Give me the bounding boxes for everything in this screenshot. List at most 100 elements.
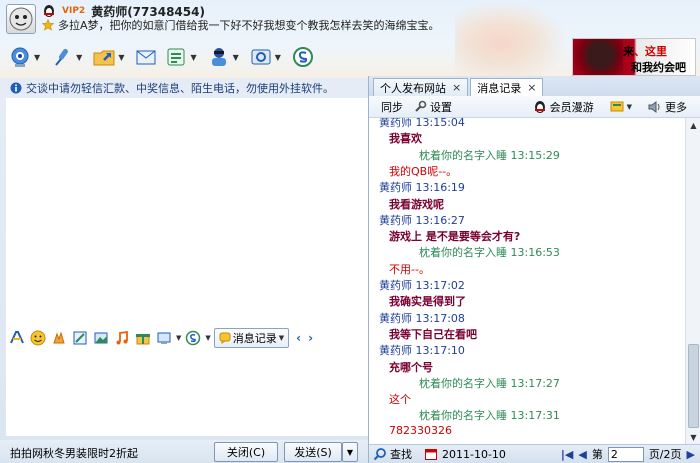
mail-button[interactable] [132, 43, 160, 71]
avatar-icon [9, 7, 33, 31]
tab-message-record[interactable]: 消息记录 × [470, 78, 544, 96]
image-icon[interactable] [92, 329, 110, 347]
message-text: 我喜欢 [389, 132, 422, 146]
wrench-icon [415, 100, 427, 112]
message-record-list[interactable]: 黄药师 13:15:04 我喜欢 枕着你的名字入睡 13:15:29 我的QB呢--。… [369, 118, 685, 444]
message-text: 这个 [389, 393, 411, 407]
app-button[interactable]: ▼ [162, 43, 202, 71]
chevron-right-icon[interactable]: › [308, 331, 313, 345]
qq-penguin-icon [44, 5, 54, 17]
member-roaming-button[interactable]: 会员漫游 [533, 99, 594, 115]
info-icon [10, 82, 22, 94]
chevron-down-icon[interactable]: ▼ [233, 53, 239, 62]
chevron-down-icon[interactable]: ▼ [205, 334, 210, 342]
bottom-ad-link[interactable]: 拍拍网秋冬男装限时2折起 [10, 445, 138, 461]
qq-penguin-icon [534, 100, 545, 113]
safety-icon[interactable] [184, 329, 202, 347]
next-page-icon[interactable]: ▶ [687, 448, 695, 461]
chevron-down-icon: ▼ [346, 447, 354, 457]
display-mode-button[interactable]: ▼ [610, 100, 632, 114]
message-record-footer: 查找 2011-10-10 |◀ ◀ 第 页/2页 ▶ [369, 444, 700, 463]
scroll-up-icon[interactable]: ▲ [686, 118, 700, 132]
message-record-button[interactable]: 消息记录 ▼ [213, 328, 290, 348]
date-value: 2011-10-10 [442, 447, 506, 461]
page-input[interactable] [607, 446, 644, 462]
chevron-down-icon[interactable]: ▼ [190, 53, 196, 62]
chat-toolbar: ▼ ▼ ▼ ▼ ▼ ▼ [6, 42, 317, 72]
chevron-down-icon: ▼ [626, 102, 632, 111]
prev-page-icon[interactable]: ◀ [578, 448, 586, 461]
message-text: 我等下自己在看吧 [389, 327, 477, 341]
toolbar-right: 会员漫游 ▼ 更多 [533, 99, 700, 115]
gift-icon[interactable] [134, 329, 152, 347]
side-panel: 个人发布网站 × 消息记录 × 同步 设置 会员漫游 ▼ 更多 黄药师 13:1… [368, 76, 700, 463]
chevron-down-icon[interactable]: ▼ [275, 53, 281, 62]
music-icon[interactable] [113, 329, 131, 347]
more-label: 更多 [665, 100, 687, 114]
font-icon[interactable] [8, 329, 26, 347]
sync-button[interactable]: 同步 [381, 99, 403, 115]
message-header: 黄药师 13:16:19 [379, 181, 465, 195]
message-input[interactable] [6, 350, 368, 436]
signature-row: 多拉A梦，把你的如意门借给我一下好不好我想变个教我怎样去笑的海绵宝宝。 [42, 18, 440, 32]
chevron-down-icon[interactable]: ▼ [118, 53, 124, 62]
close-icon[interactable]: × [452, 81, 461, 94]
message-text: 我的QB呢--。 [389, 164, 458, 178]
send-options-button[interactable]: ▼ [342, 442, 358, 462]
tab-label: 个人发布网站 [380, 81, 446, 95]
emoji-icon[interactable] [29, 329, 47, 347]
file-transfer-button[interactable]: ▼ [90, 43, 130, 71]
message-record-icon [219, 332, 231, 344]
pager: |◀ ◀ 第 页/2页 ▶ [561, 446, 700, 462]
voice-icon [55, 48, 69, 66]
settings-button[interactable]: ▼ [247, 43, 287, 71]
tab-personal-site[interactable]: 个人发布网站 × [373, 78, 469, 96]
name-row: VIP2 黄药师(77348454) [42, 4, 205, 19]
message-text: 我看游戏呢 [389, 197, 444, 211]
ad-banner[interactable]: 来、这里 和我约会吧~ [572, 38, 696, 78]
scroll-down-icon[interactable]: ▼ [686, 430, 700, 444]
contact-signature: 多拉A梦，把你的如意门借给我一下好不好我想变个教我怎样去笑的海绵宝宝。 [58, 19, 440, 32]
qq-chat-window: VIP2 黄药师(77348454) 多拉A梦，把你的如意门借给我一下好不好我想… [0, 0, 700, 463]
scribble-icon[interactable] [71, 329, 89, 347]
message-header: 枕着你的名字入睡 13:17:31 [419, 409, 560, 423]
message-text: 我确实是得到了 [389, 295, 466, 309]
message-text: 不用--。 [389, 262, 430, 276]
message-record-label: 消息记录 [232, 332, 277, 345]
voice-button[interactable]: ▼ [48, 43, 88, 71]
scroll-thumb[interactable] [688, 344, 699, 428]
magic-emoji-icon[interactable] [50, 329, 68, 347]
settings-button[interactable]: 设置 [413, 99, 452, 115]
message-header: 黄药师 13:17:08 [379, 311, 465, 325]
message-scrollbar[interactable]: ▲ ▼ [685, 118, 700, 444]
first-page-icon[interactable]: |◀ [561, 448, 573, 461]
mail-icon [136, 50, 156, 65]
search-label: 查找 [390, 448, 412, 461]
close-icon[interactable]: × [527, 81, 536, 94]
more-button[interactable]: 更多 [648, 99, 687, 115]
date-picker[interactable]: 2011-10-10 [424, 447, 506, 461]
chevron-down-icon[interactable]: ▼ [76, 53, 82, 62]
safety-button[interactable] [289, 43, 317, 71]
group-button[interactable]: ▼ [205, 43, 245, 71]
message-text: 充哪个号 [389, 360, 433, 374]
search-button[interactable]: 查找 [373, 446, 412, 462]
chevron-left-icon[interactable]: ‹ [296, 331, 301, 345]
video-button[interactable]: ▼ [6, 43, 46, 71]
vip-badge[interactable]: VIP2 [60, 6, 87, 16]
tab-label: 消息记录 [477, 81, 522, 95]
chevron-down-icon[interactable]: ▼ [34, 53, 40, 62]
settings-label: 设置 [430, 100, 452, 114]
side-panel-tabs: 个人发布网站 × 消息记录 × [369, 76, 700, 96]
sync-label: 同步 [381, 100, 403, 114]
speaker-icon [648, 100, 660, 113]
chat-left-pane: 交谈中请勿轻信汇款、中奖信息、陌生电话，勿使用外挂软件。 ▼ ▼ 消息记录 ▼ … [6, 78, 368, 438]
chevron-down-icon[interactable]: ▼ [176, 334, 181, 342]
message-record-toolbar: 同步 设置 会员漫游 ▼ 更多 [369, 96, 700, 118]
send-button[interactable]: 发送(S) [284, 442, 342, 462]
close-button[interactable]: 关闭(C) [214, 442, 278, 462]
file-transfer-icon [93, 50, 115, 66]
chevron-down-icon: ▼ [278, 334, 285, 342]
avatar[interactable] [6, 4, 36, 34]
screenshot-icon[interactable] [155, 329, 173, 347]
